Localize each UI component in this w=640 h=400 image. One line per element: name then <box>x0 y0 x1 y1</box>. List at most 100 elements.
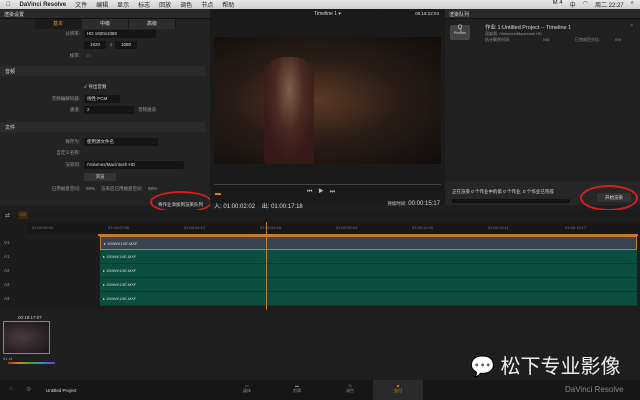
clip-a3[interactable]: ▸ 150WK1XE.MXF <box>100 278 637 292</box>
menu-edit[interactable]: 编辑 <box>96 0 108 9</box>
save-as-select[interactable]: 使用源文件名 <box>84 138 158 146</box>
project-name: Untitled Project <box>46 388 77 393</box>
next-icon[interactable]: ⏭ <box>330 189 341 195</box>
thumb-timecode: 00:18:17:07 <box>18 315 42 320</box>
custom-name-label: 自定义名称: <box>56 150 80 155</box>
page-deliver[interactable]: ▰ 交付 <box>373 380 423 400</box>
tick-label: 01:00:02:06 <box>108 225 130 230</box>
film-icon[interactable]: ▬ <box>215 191 221 197</box>
wechat-icon: 💬 <box>470 356 495 378</box>
menu-help[interactable]: 帮助 <box>222 0 234 9</box>
page-label: 调色 <box>346 388 354 393</box>
render-settings-panel: 渲染设置 基本 中级 高级 分辨率: HD 1920x1080 1920 x 1… <box>0 9 210 207</box>
timeline-selector[interactable]: Timeline 1 ▾ <box>210 9 445 18</box>
audio-codec-label: 音频编解码器: <box>51 96 80 101</box>
page-color[interactable]: ◎ 调色 <box>325 380 375 400</box>
timeline-view-icon[interactable]: ⇄ <box>5 212 10 219</box>
tab-intermediate[interactable]: 中级 <box>82 19 129 29</box>
menu-file[interactable]: 文件 <box>75 0 87 9</box>
clip-name: 150WK1XE.MXF <box>106 254 137 259</box>
clock[interactable]: 周二 22:27 <box>595 0 624 9</box>
annotation-circle-2 <box>580 185 638 211</box>
time-remaining: N/A <box>543 37 550 42</box>
viewer-panel: Timeline 1 ▾ 00:18:22:04 ▬ ⏮▶⏭ 入: 01:00:… <box>210 9 445 210</box>
menu-color[interactable]: 调色 <box>180 0 192 9</box>
width-input[interactable]: 1920 <box>84 41 106 49</box>
menu-mark[interactable]: 标志 <box>138 0 150 9</box>
scrubber[interactable] <box>214 184 441 185</box>
clip-name: 150WK1XE.MXF <box>106 268 137 273</box>
viewer-title: Timeline 1 <box>314 11 337 17</box>
input-method[interactable]: 中 <box>570 0 576 9</box>
gear-icon[interactable]: ⚙ <box>26 386 31 393</box>
clip-v1[interactable]: ▸ 150WK1XE.MXF <box>100 236 637 250</box>
job-title[interactable]: 作业 1:Untitled Project -- Timeline 1 <box>485 23 571 31</box>
page-edit[interactable]: ▬ 剪辑 <box>272 380 322 400</box>
tick-label: 01:00:00:00 <box>32 225 54 230</box>
progress-value: 0% <box>615 37 621 42</box>
clip-name: 150WK1XE.MXF <box>106 296 137 301</box>
menu-nodes[interactable]: 节点 <box>201 0 213 9</box>
fps-label: 帧率: <box>69 53 80 58</box>
export-audio-checkbox[interactable]: ✓ 导出音频 <box>84 84 106 90</box>
render-to-input[interactable]: /Volumes/Macintosh HD <box>84 161 184 169</box>
clip-a1[interactable]: ▸ 150WK1XE.MXF <box>100 250 637 264</box>
menu-playback[interactable]: 回放 <box>159 0 171 9</box>
badge-sub: ProRes <box>454 31 466 35</box>
path-label: 渲染到: <box>485 31 499 36</box>
menu-app[interactable]: DaVinci Resolve <box>20 2 67 8</box>
channels-select[interactable]: 2 <box>84 106 134 114</box>
path-value: /Volumes/Macintosh HD <box>499 31 542 36</box>
tab-advanced[interactable]: 高级 <box>129 19 176 29</box>
clip-a4[interactable]: ▸ 150WK1XE.MXF <box>100 292 637 306</box>
clip-name: 150WK1XE.MXF <box>107 241 138 246</box>
track-name-a4: A4 <box>4 296 10 301</box>
track-name-a3: A3 <box>4 282 10 287</box>
wifi-icon[interactable]: ◠ <box>583 0 588 9</box>
fps-value: 25 <box>86 53 92 58</box>
status-m4[interactable]: M 4 <box>553 0 563 9</box>
play-icon[interactable]: ▶ <box>318 189 329 195</box>
transport-controls: ⏮▶⏭ <box>307 189 341 196</box>
disk-used: 98% <box>86 186 96 191</box>
clip-thumbnail[interactable] <box>3 321 50 354</box>
resolution-select[interactable]: HD 1920x1080 <box>84 30 156 38</box>
page-label: 剪辑 <box>293 388 301 393</box>
duration: 持续时间: 00:00:15:17 <box>387 201 440 207</box>
export-audio-label: 导出音频 <box>88 84 107 89</box>
height-input[interactable]: 1080 <box>115 41 137 49</box>
tick-label: 01:00:11:05 <box>412 225 433 230</box>
browse-button[interactable]: 浏览 <box>84 173 116 181</box>
audio-codec-select[interactable]: 线性 PCM <box>84 95 120 103</box>
queue-status: 正在渲染 0 个作业中的第 0 个作业, 0 个作业已完成 <box>452 189 554 194</box>
progress-label: 已完成百分比: <box>575 37 601 42</box>
viewer-timecode: 00:18:22:04 <box>415 11 439 16</box>
apple-icon[interactable]:  <box>6 2 11 8</box>
prev-icon[interactable]: ⏮ <box>307 189 318 195</box>
page-media[interactable]: ▭ 媒体 <box>222 380 272 400</box>
render-queue-panel: 渲染队列 Q ProRes 作业 1:Untitled Project -- Ti… <box>445 9 640 205</box>
duration-value: 00:00:15:17 <box>408 201 440 207</box>
menubar:  DaVinci Resolve 文件 编辑 显示 标志 回放 调色 节点 帮… <box>0 0 640 9</box>
time-remaining-label: 估计剩余时间: <box>485 37 511 42</box>
menu-view[interactable]: 显示 <box>117 0 129 9</box>
watermark-text: 松下专业影像 <box>500 356 621 378</box>
page-label: 交付 <box>394 388 402 393</box>
tab-basic[interactable]: 基本 <box>35 19 82 29</box>
woman-figure <box>264 57 314 164</box>
queue-progress-bar <box>452 199 570 203</box>
page-label: 媒体 <box>243 388 251 393</box>
close-icon[interactable]: × <box>630 23 633 29</box>
render-to-label: 渲染到: <box>65 162 80 167</box>
panel-title: 渲染设置 <box>0 9 210 19</box>
save-as-label: 保存为: <box>65 139 80 144</box>
clip-a2[interactable]: ▸ 150WK1XE.MXF <box>100 264 637 278</box>
track-name-a2: A2 <box>4 268 10 273</box>
search-icon[interactable]: ⌕ <box>631 0 634 9</box>
tick-label: 01:00:04:12 <box>184 225 206 230</box>
playhead-line <box>266 236 267 306</box>
thumb-label: 01 v1 <box>3 356 13 361</box>
home-icon[interactable]: ⌂ <box>9 386 13 392</box>
edit-mode-icon[interactable]: ▭ <box>18 211 28 219</box>
tick-label: 01:00:15:17 <box>565 225 587 230</box>
